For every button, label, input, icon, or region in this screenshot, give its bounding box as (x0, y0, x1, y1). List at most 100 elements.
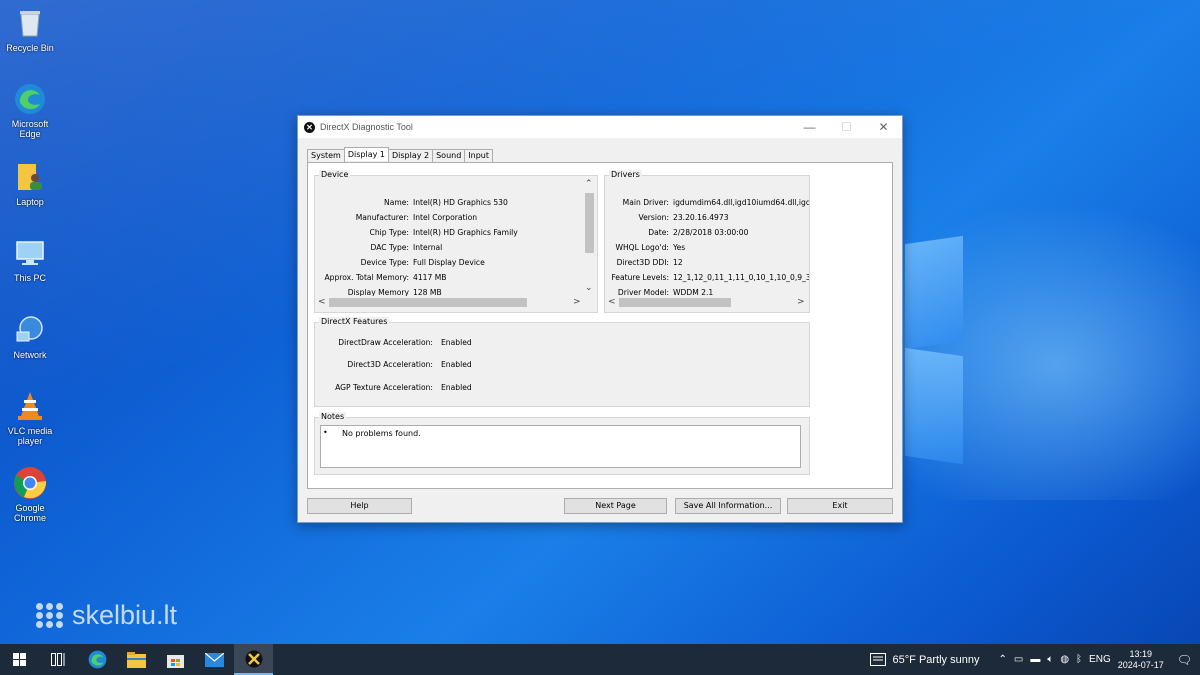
scroll-left-icon[interactable]: < (608, 296, 616, 308)
device-horizontal-scrollbar[interactable]: < > (315, 296, 595, 308)
feature-row-key: DirectDraw Acceleration: (338, 338, 433, 347)
notes-textbox[interactable]: • No problems found. (320, 425, 801, 468)
show-hidden-icons-chevron-icon[interactable]: ⌃ (998, 654, 1006, 665)
scroll-left-icon[interactable]: < (318, 296, 326, 308)
device-row-value: Intel(R) HD Graphics 530 (413, 198, 508, 207)
device-row: DAC Type: Internal (317, 243, 443, 252)
clock-time: 13:19 (1129, 648, 1152, 659)
drivers-row-key: WHQL Logo'd: (615, 243, 669, 252)
scrollbar-thumb[interactable] (585, 193, 594, 253)
store-icon (167, 655, 184, 668)
directx-features-group: DirectX Features DirectDraw Acceleration… (314, 317, 810, 407)
drivers-row-value: 23.20.16.4973 (673, 213, 729, 222)
watermark-text: skelbiu.lt (72, 600, 178, 630)
device-row: Approx. Total Memory: 4117 MB (317, 273, 446, 282)
task-view-button[interactable] (39, 644, 78, 675)
device-vertical-scrollbar[interactable]: ⌃ ⌄ (583, 178, 595, 296)
device-list[interactable]: Name: Intel(R) HD Graphics 530 Manufactur… (315, 176, 583, 296)
device-row: Device Type: Full Display Device (317, 258, 485, 267)
desktop-icon-laptop[interactable]: Laptop (4, 160, 56, 207)
desktop-icon-this-pc[interactable]: This PC (4, 236, 56, 283)
drivers-row: Driver Model: WDDM 2.1 (605, 288, 713, 296)
drivers-row-key: Driver Model: (617, 288, 669, 296)
bluetooth-icon[interactable]: ᛒ (1076, 654, 1082, 665)
tab-sound[interactable]: Sound (432, 149, 466, 162)
edge-icon (88, 650, 107, 669)
device-row-key: Name: (384, 198, 409, 207)
drivers-list[interactable]: Main Driver: igdumdim64.dll,igd10iumd64.d… (605, 176, 809, 296)
feature-row: AGP Texture Acceleration: Enabled (315, 383, 472, 392)
language-indicator[interactable]: ENG (1089, 654, 1111, 665)
desktop-icon-label: This PC (13, 273, 46, 283)
drivers-row: Feature Levels: 12_1,12_0,11_1,11_0,10_1,… (605, 273, 809, 282)
next-page-button[interactable]: Next Page (564, 498, 667, 514)
drivers-horizontal-scrollbar[interactable]: < > (605, 296, 809, 308)
minimize-button[interactable]: — (791, 120, 828, 134)
tab-system[interactable]: System (307, 149, 345, 162)
feature-row-value: Enabled (441, 383, 472, 392)
tab-strip: System Display 1 Display 2 Sound Input (307, 147, 494, 162)
tab-display-1[interactable]: Display 1 (343, 147, 389, 161)
desktop-icon-chrome[interactable]: Google Chrome (4, 466, 56, 523)
device-row-value: Intel Corporation (413, 213, 478, 222)
scroll-down-icon[interactable]: ⌄ (585, 282, 593, 294)
notes-bullet: • (323, 428, 328, 437)
device-row-key: DAC Type: (370, 243, 410, 252)
windows-logo-pane (905, 347, 963, 465)
drivers-row-key: Direct3D DDI: (616, 258, 669, 267)
folder-icon (127, 651, 146, 668)
drivers-row-value: 12_1,12_0,11_1,11_0,10_1,10_0,9_3 (673, 273, 809, 282)
edge-icon (13, 82, 47, 116)
clock[interactable]: 13:19 2024-07-17 (1118, 649, 1164, 671)
weather-icon[interactable] (869, 653, 886, 666)
title-bar[interactable]: ✕ DirectX Diagnostic Tool — ☐ ✕ (298, 116, 902, 138)
features-legend: DirectX Features (319, 317, 390, 326)
device-row: Chip Type: Intel(R) HD Graphics Family (317, 228, 518, 237)
weather-text[interactable]: 65°F Partly sunny (893, 654, 980, 666)
desktop-icon-recycle-bin[interactable]: Recycle Bin (4, 6, 56, 53)
taskbar-dxdiag[interactable] (234, 644, 273, 675)
dxdiag-window: ✕ DirectX Diagnostic Tool — ☐ ✕ System D… (297, 115, 903, 523)
drivers-row: Version: 23.20.16.4973 (605, 213, 729, 222)
clock-date: 2024-07-17 (1117, 659, 1164, 670)
network-globe-icon[interactable]: ◍ (1060, 654, 1069, 665)
volume-icon[interactable]: 🔈︎ (1047, 654, 1053, 665)
notification-center-icon[interactable]: 🗨︎ (1177, 653, 1192, 667)
device-row-value: Internal (413, 243, 443, 252)
drivers-row-value: 2/28/2018 03:00:00 (673, 228, 749, 237)
exit-button[interactable]: Exit (787, 498, 893, 514)
taskbar-mail[interactable] (195, 644, 234, 675)
taskbar-file-explorer[interactable] (117, 644, 156, 675)
drivers-row-key: Feature Levels: (611, 273, 669, 282)
tab-input[interactable]: Input (464, 149, 494, 162)
meet-now-icon[interactable]: ▭ (1014, 654, 1023, 665)
desktop-icon-label: VLC media player (7, 426, 53, 446)
recycle-bin-icon (13, 6, 47, 40)
tab-display-2[interactable]: Display 2 (387, 149, 434, 162)
drivers-group: Drivers Main Driver: igdumdim64.dll,igd10… (604, 170, 810, 313)
mail-icon (205, 652, 224, 667)
drivers-row-value: 12 (673, 258, 683, 267)
scroll-right-icon[interactable]: > (573, 296, 581, 308)
close-button[interactable]: ✕ (865, 120, 902, 134)
vlc-icon (13, 389, 47, 423)
start-button[interactable] (0, 644, 39, 675)
save-all-information-button[interactable]: Save All Information... (675, 498, 781, 514)
scroll-up-icon[interactable]: ⌃ (585, 178, 593, 190)
scrollbar-thumb[interactable] (619, 298, 731, 307)
scrollbar-thumb[interactable] (329, 298, 527, 307)
scroll-right-icon[interactable]: > (797, 296, 805, 308)
desktop-icon-network[interactable]: Network (4, 313, 56, 360)
device-row-key: Manufacturer: (355, 213, 409, 222)
device-row-key: Device Type: (360, 258, 409, 267)
drivers-row: Main Driver: igdumdim64.dll,igd10iumd64.d… (605, 198, 809, 207)
drivers-row-key: Version: (638, 213, 669, 222)
battery-icon[interactable]: ▬ (1030, 654, 1040, 665)
taskbar-store[interactable] (156, 644, 195, 675)
desktop-icon-vlc[interactable]: VLC media player (4, 389, 56, 446)
taskbar-edge[interactable] (78, 644, 117, 675)
desktop-icon-edge[interactable]: Microsoft Edge (4, 82, 56, 139)
help-button[interactable]: Help (307, 498, 412, 514)
tab-panel-display-1: Device Name: Intel(R) HD Graphics 530 Man… (307, 162, 893, 489)
watermark: skelbiu.lt (36, 600, 177, 631)
